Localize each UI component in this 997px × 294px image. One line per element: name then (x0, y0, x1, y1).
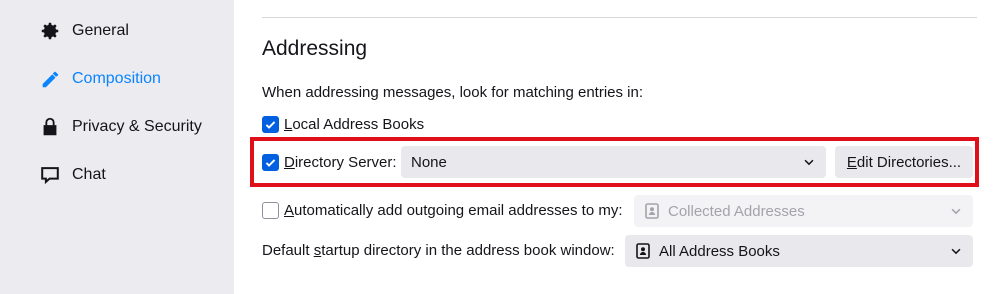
chevron-down-icon (951, 248, 961, 255)
sidebar-item-label: Privacy & Security (72, 118, 202, 135)
checkmark-icon (265, 121, 276, 129)
chat-bubble-icon (38, 163, 62, 187)
section-description: When addressing messages, look for match… (262, 84, 644, 101)
checkmark-icon (265, 159, 276, 167)
local-address-books-checkbox[interactable] (262, 116, 279, 133)
local-address-books-label[interactable]: Local Address Books (284, 116, 424, 133)
gear-icon (38, 19, 62, 43)
section-heading: Addressing (262, 37, 368, 60)
sidebar-item-general[interactable]: General (38, 18, 129, 44)
sidebar: General Composition Privacy & Security C… (0, 0, 234, 294)
sidebar-item-chat[interactable]: Chat (38, 162, 106, 188)
chevron-down-icon (951, 208, 961, 215)
auto-add-checkbox[interactable] (262, 202, 279, 219)
lock-icon (38, 115, 62, 139)
chevron-down-icon (804, 159, 814, 166)
startup-directory-label: Default startup directory in the address… (262, 242, 615, 259)
startup-directory-value: All Address Books (659, 242, 780, 260)
sidebar-item-label: Composition (72, 70, 161, 87)
directory-server-label[interactable]: Directory Server: (284, 154, 397, 171)
edit-directories-button[interactable]: Edit Directories... (835, 146, 973, 178)
directory-server-select[interactable]: None (401, 146, 826, 178)
startup-directory-select[interactable]: All Address Books (625, 235, 973, 267)
address-book-icon (635, 243, 651, 259)
auto-add-label[interactable]: Automatically add outgoing email address… (284, 202, 623, 219)
main-content: Addressing When addressing messages, loo… (234, 0, 997, 294)
sidebar-item-composition[interactable]: Composition (38, 66, 161, 92)
sidebar-item-privacy-security[interactable]: Privacy & Security (38, 114, 202, 140)
auto-add-value: Collected Addresses (668, 202, 805, 220)
directory-server-value: None (411, 153, 447, 171)
address-book-icon (644, 203, 660, 219)
sidebar-item-label: General (72, 22, 129, 39)
auto-add-select[interactable]: Collected Addresses (634, 195, 973, 227)
pencil-icon (38, 67, 62, 91)
sidebar-item-label: Chat (72, 166, 106, 183)
section-divider (262, 17, 977, 18)
directory-server-checkbox[interactable] (262, 154, 279, 171)
